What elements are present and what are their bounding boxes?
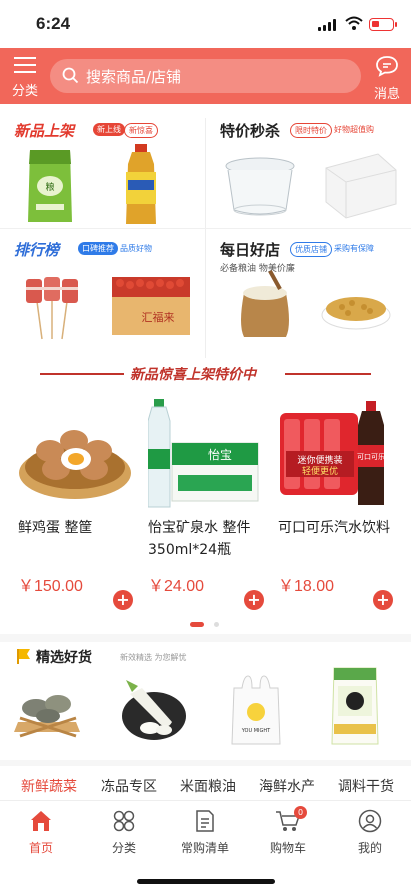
sausage-box-image: 汇福来 <box>112 277 190 335</box>
tab-seafood[interactable]: 海鲜水产 <box>259 776 315 796</box>
status-bar: 6:24 <box>0 0 411 48</box>
promo-flash-sale[interactable]: 特价秒杀 限时特价 好物超值购 <box>206 112 411 228</box>
message-button[interactable]: 消息 <box>370 55 404 102</box>
skewers-image <box>26 277 78 340</box>
nav-me[interactable]: 我的 <box>340 809 400 856</box>
product-name: 鲜鸡蛋 整筐 <box>18 520 93 536</box>
search-placeholder: 搜索商品/店铺 <box>86 68 182 86</box>
bag-text: YOU MIGHT <box>241 728 271 734</box>
tab-fresh-vegetables[interactable]: 新鲜蔬菜 <box>21 776 77 796</box>
carousel-dot-active <box>190 622 204 627</box>
wifi-icon <box>345 16 363 30</box>
water-pack-image: 怡宝 <box>148 399 259 508</box>
carousel-dot <box>214 622 219 627</box>
rice-bag-image: 粮 <box>28 150 72 222</box>
selected-goods-title: 精选好货 <box>36 650 92 666</box>
product-price: ￥150.00 <box>18 578 83 595</box>
nav-home[interactable]: 首页 <box>11 809 71 856</box>
promo-new-tag: 新惊喜 <box>124 123 158 138</box>
nav-cart-label: 购物车 <box>269 841 306 855</box>
cola-brand-text: 可口可乐 <box>357 452 385 461</box>
signal-icon <box>318 19 338 31</box>
status-time: 6:24 <box>36 14 71 33</box>
tab-rice-flour-oil[interactable]: 米面粮油 <box>180 776 236 796</box>
promo-daily-tag: 采购有保障 <box>334 244 374 253</box>
menu-icon <box>14 56 36 74</box>
home-indicator <box>137 879 275 884</box>
user-icon <box>358 809 382 833</box>
promo-ranking[interactable]: 排行榜 口碑推荐 品质好物 汇福来 <box>0 229 205 359</box>
egg-basket-image <box>19 430 131 499</box>
list-icon <box>196 810 214 832</box>
svg-text:粮: 粮 <box>45 181 54 193</box>
add-to-cart-button[interactable]: + <box>373 590 393 610</box>
product-card[interactable]: 鲜鸡蛋 整筐 ￥150.00 + <box>0 395 133 615</box>
nav-shopping-list[interactable]: 常购清单 <box>175 809 235 856</box>
product-name: 怡宝矿泉水 整件350ml*24瓶 <box>148 520 251 558</box>
banner-line <box>285 373 371 375</box>
nav-shopping-list-label: 常购清单 <box>180 841 229 855</box>
promo-rank-tag: 口碑推荐 <box>78 242 118 255</box>
product-price: ￥18.00 <box>278 578 335 595</box>
oyster-image[interactable] <box>14 678 82 744</box>
cola-pack-text: 迷你便携装 <box>297 454 342 466</box>
promo-daily-tag: 优质店铺 <box>290 242 332 257</box>
nav-home-label: 首页 <box>28 841 53 855</box>
nav-cart[interactable]: 0 购物车 <box>258 806 318 856</box>
message-icon <box>376 56 398 77</box>
category-tabs: 新鲜蔬菜 冻品专区 米面粮油 海鲜水产 调料干货 <box>0 772 411 802</box>
category-icon <box>113 810 135 832</box>
promo-rank-title: 排行榜 <box>14 241 60 259</box>
tissue-image <box>325 153 397 219</box>
nav-me-label: 我的 <box>357 841 382 855</box>
category-menu-button[interactable]: 分类 <box>10 56 40 99</box>
product-price: ￥24.00 <box>148 578 205 595</box>
plastic-box-image <box>225 157 295 216</box>
nav-category-label: 分类 <box>111 841 136 855</box>
product-card[interactable]: 迷你便携装 轻便更优 可口可乐 可口可乐汽水饮料 ￥18.00 + <box>260 395 393 615</box>
home-icon <box>31 811 51 831</box>
promo-new-title: 新品上架 <box>14 122 75 140</box>
rice-sack-image[interactable] <box>330 664 380 746</box>
banner-title: 新品惊喜上架特价中 <box>130 367 256 383</box>
soybean-bowl-image <box>321 297 391 330</box>
promo-daily-title: 每日好店 <box>220 241 281 259</box>
section-separator <box>0 634 411 642</box>
product-name: 可口可乐汽水饮料 <box>278 520 390 536</box>
new-arrivals-banner: 新品惊喜上架特价中 <box>0 362 411 384</box>
promo-new-arrivals[interactable]: 新品上架 新上线 新惊喜 粮 <box>0 112 205 228</box>
promo-flash-tag: 好物超值购 <box>334 125 374 134</box>
cart-badge: 0 <box>294 806 307 819</box>
promo-flash-tag: 限时特价 <box>290 123 332 138</box>
grain-sack-image <box>241 270 289 337</box>
cola-pack-image: 迷你便携装 轻便更优 可口可乐 <box>280 401 385 505</box>
promo-rank-tag: 品质好物 <box>120 244 152 253</box>
section-separator <box>0 760 411 766</box>
water-brand-text: 怡宝 <box>208 448 232 462</box>
product-card[interactable]: 怡宝 怡宝矿泉水 整件350ml*24瓶 ￥24.00 + <box>130 395 264 615</box>
battery-icon <box>369 18 397 31</box>
promo-new-tag: 新上线 <box>93 123 125 136</box>
promo-daily-shop[interactable]: 每日好店 优质店铺 采购有保障 必备粮油 物美价廉 <box>206 229 411 359</box>
tab-frozen-food[interactable]: 冻品专区 <box>101 776 157 796</box>
message-label: 消息 <box>373 87 400 102</box>
search-input[interactable]: 搜索商品/店铺 <box>50 59 361 93</box>
promo-flash-title: 特价秒杀 <box>220 122 281 140</box>
search-icon <box>62 67 79 84</box>
flag-icon <box>17 649 30 664</box>
category-label: 分类 <box>11 84 38 99</box>
nav-category[interactable]: 分类 <box>94 809 154 856</box>
shopping-bag-image[interactable]: YOU MIGHT <box>228 672 284 746</box>
radish-plate-image[interactable] <box>120 676 188 746</box>
banner-line <box>40 373 124 375</box>
cola-pack-text2: 轻便更优 <box>302 465 338 477</box>
tab-seasonings[interactable]: 调料干货 <box>338 776 394 796</box>
sausage-brand-text: 汇福来 <box>142 310 175 324</box>
selected-goods-subtitle: 新效精选 为您解忧 <box>120 653 187 662</box>
top-header: 分类 搜索商品/店铺 消息 <box>0 48 411 104</box>
tea-bottle-image <box>126 144 156 224</box>
